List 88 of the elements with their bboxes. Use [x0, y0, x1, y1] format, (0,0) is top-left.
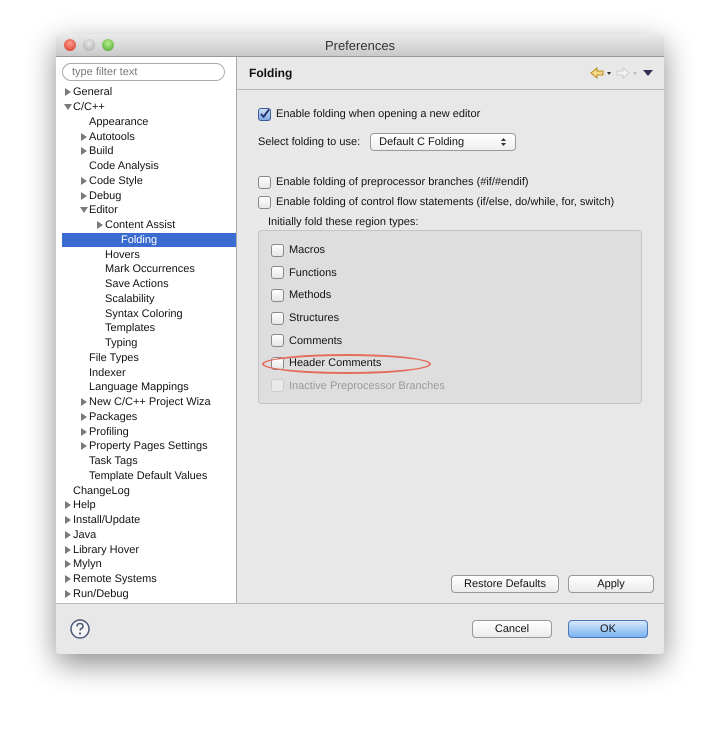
back-arrow-icon[interactable] — [590, 67, 612, 79]
menu-triangle-icon[interactable] — [642, 69, 654, 77]
folding-dropdown[interactable]: Default C Folding — [370, 133, 516, 151]
expand-triangle-icon[interactable] — [80, 442, 88, 450]
expand-triangle-icon[interactable] — [80, 147, 88, 156]
tree-item[interactable]: Help — [56, 498, 236, 513]
tree-item[interactable]: Syntax Coloring — [56, 306, 236, 321]
tree-item[interactable]: Mark Occurrences — [56, 262, 236, 277]
tree-item[interactable]: General — [56, 85, 236, 100]
tree-item[interactable]: Content Assist — [56, 218, 236, 232]
help-icon[interactable] — [70, 619, 90, 639]
expand-triangle-icon[interactable] — [64, 560, 72, 568]
tree-item[interactable]: Code Analysis — [56, 158, 236, 174]
tree-item[interactable]: Language Mappings — [56, 380, 236, 395]
expand-triangle-icon[interactable] — [80, 398, 88, 406]
tree-item[interactable]: C/C++ — [56, 100, 236, 114]
tree-item[interactable]: Task Tags — [56, 454, 236, 468]
tree-item[interactable]: File Types — [56, 350, 236, 366]
checkbox[interactable] — [271, 356, 284, 370]
tree-item[interactable]: Code Style — [56, 174, 236, 188]
tree-item[interactable]: Folding — [62, 232, 236, 248]
checkbox[interactable] — [271, 288, 284, 302]
checkbox-label: Comments — [289, 334, 342, 347]
tree-item[interactable]: Mylyn — [56, 557, 236, 572]
tree-item[interactable]: Indexer — [56, 365, 236, 380]
tree-item[interactable]: Packages — [56, 410, 236, 424]
tree-item[interactable]: Typing — [56, 336, 236, 350]
expand-triangle-icon[interactable] — [64, 546, 72, 554]
checkbox[interactable] — [271, 334, 284, 348]
tree-item[interactable]: Property Pages Settings — [56, 439, 236, 454]
expand-triangle-icon[interactable] — [64, 530, 72, 539]
tree-item[interactable]: ChangeLog — [56, 483, 236, 498]
expand-triangle-icon[interactable] — [64, 501, 72, 510]
filter-field[interactable]: type filter text — [62, 63, 225, 81]
expand-triangle-icon[interactable] — [80, 132, 88, 141]
group-label: Initially fold these region types: — [268, 215, 420, 230]
expand-triangle-icon[interactable] — [64, 516, 72, 524]
tree-item[interactable]: Install/Update — [56, 512, 236, 528]
dialog-button[interactable]: OK — [568, 620, 648, 638]
tree-item[interactable]: Debug — [56, 188, 236, 203]
tree-item[interactable]: Editor — [56, 203, 236, 218]
checkbox-label: Structures — [289, 312, 340, 324]
window-title: Preferences — [324, 38, 396, 52]
checkbox-label: Macros — [289, 244, 326, 256]
tree-item[interactable]: Library Hover — [56, 542, 236, 557]
tree-item[interactable]: Templates — [56, 321, 236, 336]
checkbox[interactable] — [258, 108, 271, 120]
select-label: Select folding to use: — [258, 136, 360, 148]
tree-item[interactable]: Save Actions — [56, 276, 236, 292]
checkbox-label: Enable folding when opening a new editor — [276, 108, 480, 120]
checkbox-label: Header Comments — [289, 357, 382, 370]
checkbox[interactable] — [271, 244, 284, 257]
dialog-button[interactable]: Cancel — [472, 620, 552, 638]
tree-item[interactable]: Template Default Values — [56, 468, 236, 484]
tree-item[interactable]: New C/C++ Project Wiza — [56, 394, 236, 410]
checkbox-label: Methods — [289, 289, 332, 302]
tree-item[interactable]: Scalability — [56, 292, 236, 306]
tree-item[interactable]: Run/Debug — [56, 586, 236, 602]
updown-arrows-icon — [500, 137, 508, 147]
tree-item[interactable]: Java — [56, 528, 236, 542]
checkbox[interactable] — [271, 312, 284, 325]
tree-item[interactable]: Build — [56, 144, 236, 159]
checkbox-label: Inactive Preprocessor Branches — [289, 380, 445, 392]
collapse-triangle-icon[interactable] — [80, 206, 88, 214]
expand-triangle-icon[interactable] — [64, 590, 72, 598]
expand-triangle-icon[interactable] — [64, 88, 72, 96]
checkbox[interactable] — [271, 266, 284, 280]
collapse-triangle-icon[interactable] — [64, 103, 72, 112]
tree-item[interactable]: Appearance — [56, 114, 236, 130]
tree-item[interactable]: Profiling — [56, 424, 236, 439]
expand-triangle-icon[interactable] — [64, 575, 72, 584]
expand-triangle-icon[interactable] — [80, 176, 88, 185]
close-icon[interactable] — [64, 39, 76, 51]
dialog-button[interactable]: Apply — [568, 575, 654, 593]
expand-triangle-icon[interactable] — [80, 192, 88, 200]
expand-triangle-icon[interactable] — [80, 428, 88, 436]
tree-item[interactable]: Remote Systems — [56, 572, 236, 586]
checkbox-label: Enable folding of preprocessor branches (#if/#endif) — [276, 176, 529, 188]
checkbox-label: Enable folding of control flow statements (if/else, do/while, for, switch) — [276, 196, 614, 208]
page-title: Folding — [249, 66, 292, 80]
tree-item[interactable]: Autotools — [56, 129, 236, 144]
dialog-button[interactable]: Restore Defaults — [451, 575, 559, 593]
checkbox-label: Functions — [289, 266, 337, 279]
expand-triangle-icon[interactable] — [80, 412, 88, 421]
checkbox[interactable] — [258, 176, 271, 188]
expand-triangle-icon[interactable] — [96, 221, 104, 230]
tree-item[interactable]: Hovers — [56, 247, 236, 262]
checkbox[interactable] — [258, 196, 271, 208]
